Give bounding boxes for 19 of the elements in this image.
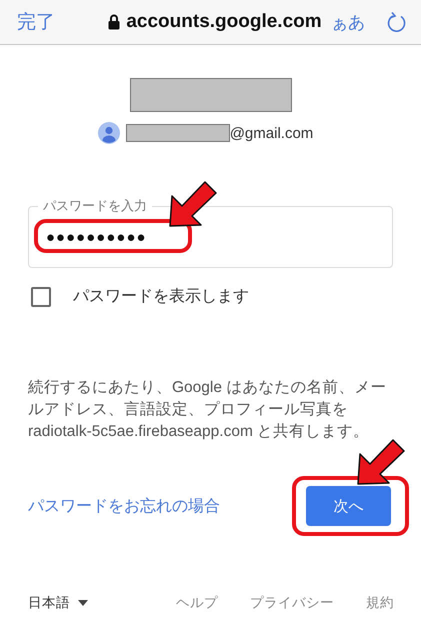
text-size-button[interactable]: ぁあ — [331, 10, 365, 34]
email-text: @gmail.com — [230, 124, 314, 142]
done-button[interactable]: 完了 — [17, 9, 55, 35]
url-text[interactable]: accounts.google.com — [126, 11, 322, 33]
forgot-password-link[interactable]: パスワードをお忘れの場合 — [28, 496, 220, 516]
avatar-icon — [98, 122, 120, 144]
password-text: ●●●●●●●●●● — [46, 228, 147, 246]
consent-text: 続行するにあたり、Google はあなたの名前、メールアドレス、言語設定、プロフィール写真を radiotalk-5c5ae.firebaseapp.com と共有します。 — [28, 378, 388, 442]
field-label: パスワードを入力 — [38, 197, 152, 215]
lock-icon — [108, 14, 120, 30]
footer-link[interactable]: ヘルプ — [176, 594, 218, 612]
caret-icon — [78, 600, 88, 606]
checkbox-label: パスワードを表示します — [73, 286, 249, 307]
footer-link[interactable]: 規約 — [366, 594, 394, 612]
footer-link[interactable]: プライバシー — [250, 594, 334, 612]
checkbox[interactable] — [31, 286, 51, 306]
language-dropdown[interactable]: 日本語 — [28, 594, 88, 612]
reload-icon[interactable] — [387, 11, 407, 33]
next-button[interactable]: 次へ — [306, 486, 391, 526]
